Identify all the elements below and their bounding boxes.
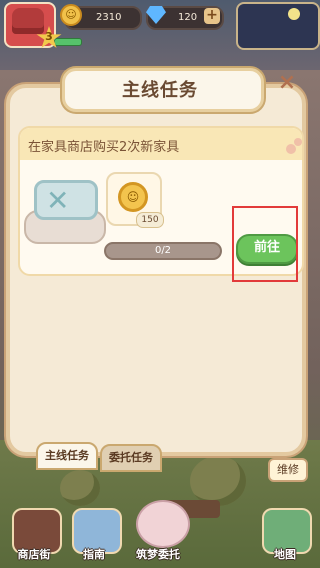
- repair-sign[interactable]: 维修: [268, 458, 308, 482]
- coin-amount: 2310: [96, 12, 122, 23]
- tree-decoration: [190, 456, 246, 506]
- nav-guide[interactable]: 指南: [64, 546, 124, 562]
- gem-amount: 120: [178, 12, 198, 23]
- nav-shop-street[interactable]: 商店街: [4, 546, 64, 562]
- coin-icon: ☺: [60, 4, 82, 26]
- go-button-highlight: [232, 206, 298, 282]
- moon-icon: [288, 8, 300, 20]
- add-gems-button[interactable]: +: [204, 8, 220, 24]
- scene-preview[interactable]: [236, 2, 320, 50]
- commission-icon[interactable]: [136, 500, 190, 548]
- dialog-title: 主线任务: [122, 80, 198, 101]
- tab-main-quest[interactable]: 主线任务: [36, 442, 98, 470]
- coin-reward-icon: ☺: [118, 182, 148, 212]
- nav-dream-commission[interactable]: 筑梦委托: [128, 546, 188, 562]
- furniture-frame-icon: ✕: [46, 184, 70, 217]
- task-description: 在家具商店购买2次新家具: [28, 140, 180, 155]
- tab-commission-quest[interactable]: 委托任务: [100, 444, 162, 472]
- task-progress-text: 0/2: [154, 245, 172, 256]
- close-button[interactable]: ×: [276, 72, 298, 94]
- paw-print-icon: [286, 138, 306, 156]
- nav-map[interactable]: 地图: [255, 546, 315, 562]
- reward-amount: 150: [136, 212, 164, 228]
- tree-decoration: [60, 470, 100, 506]
- player-level: 3: [45, 30, 53, 43]
